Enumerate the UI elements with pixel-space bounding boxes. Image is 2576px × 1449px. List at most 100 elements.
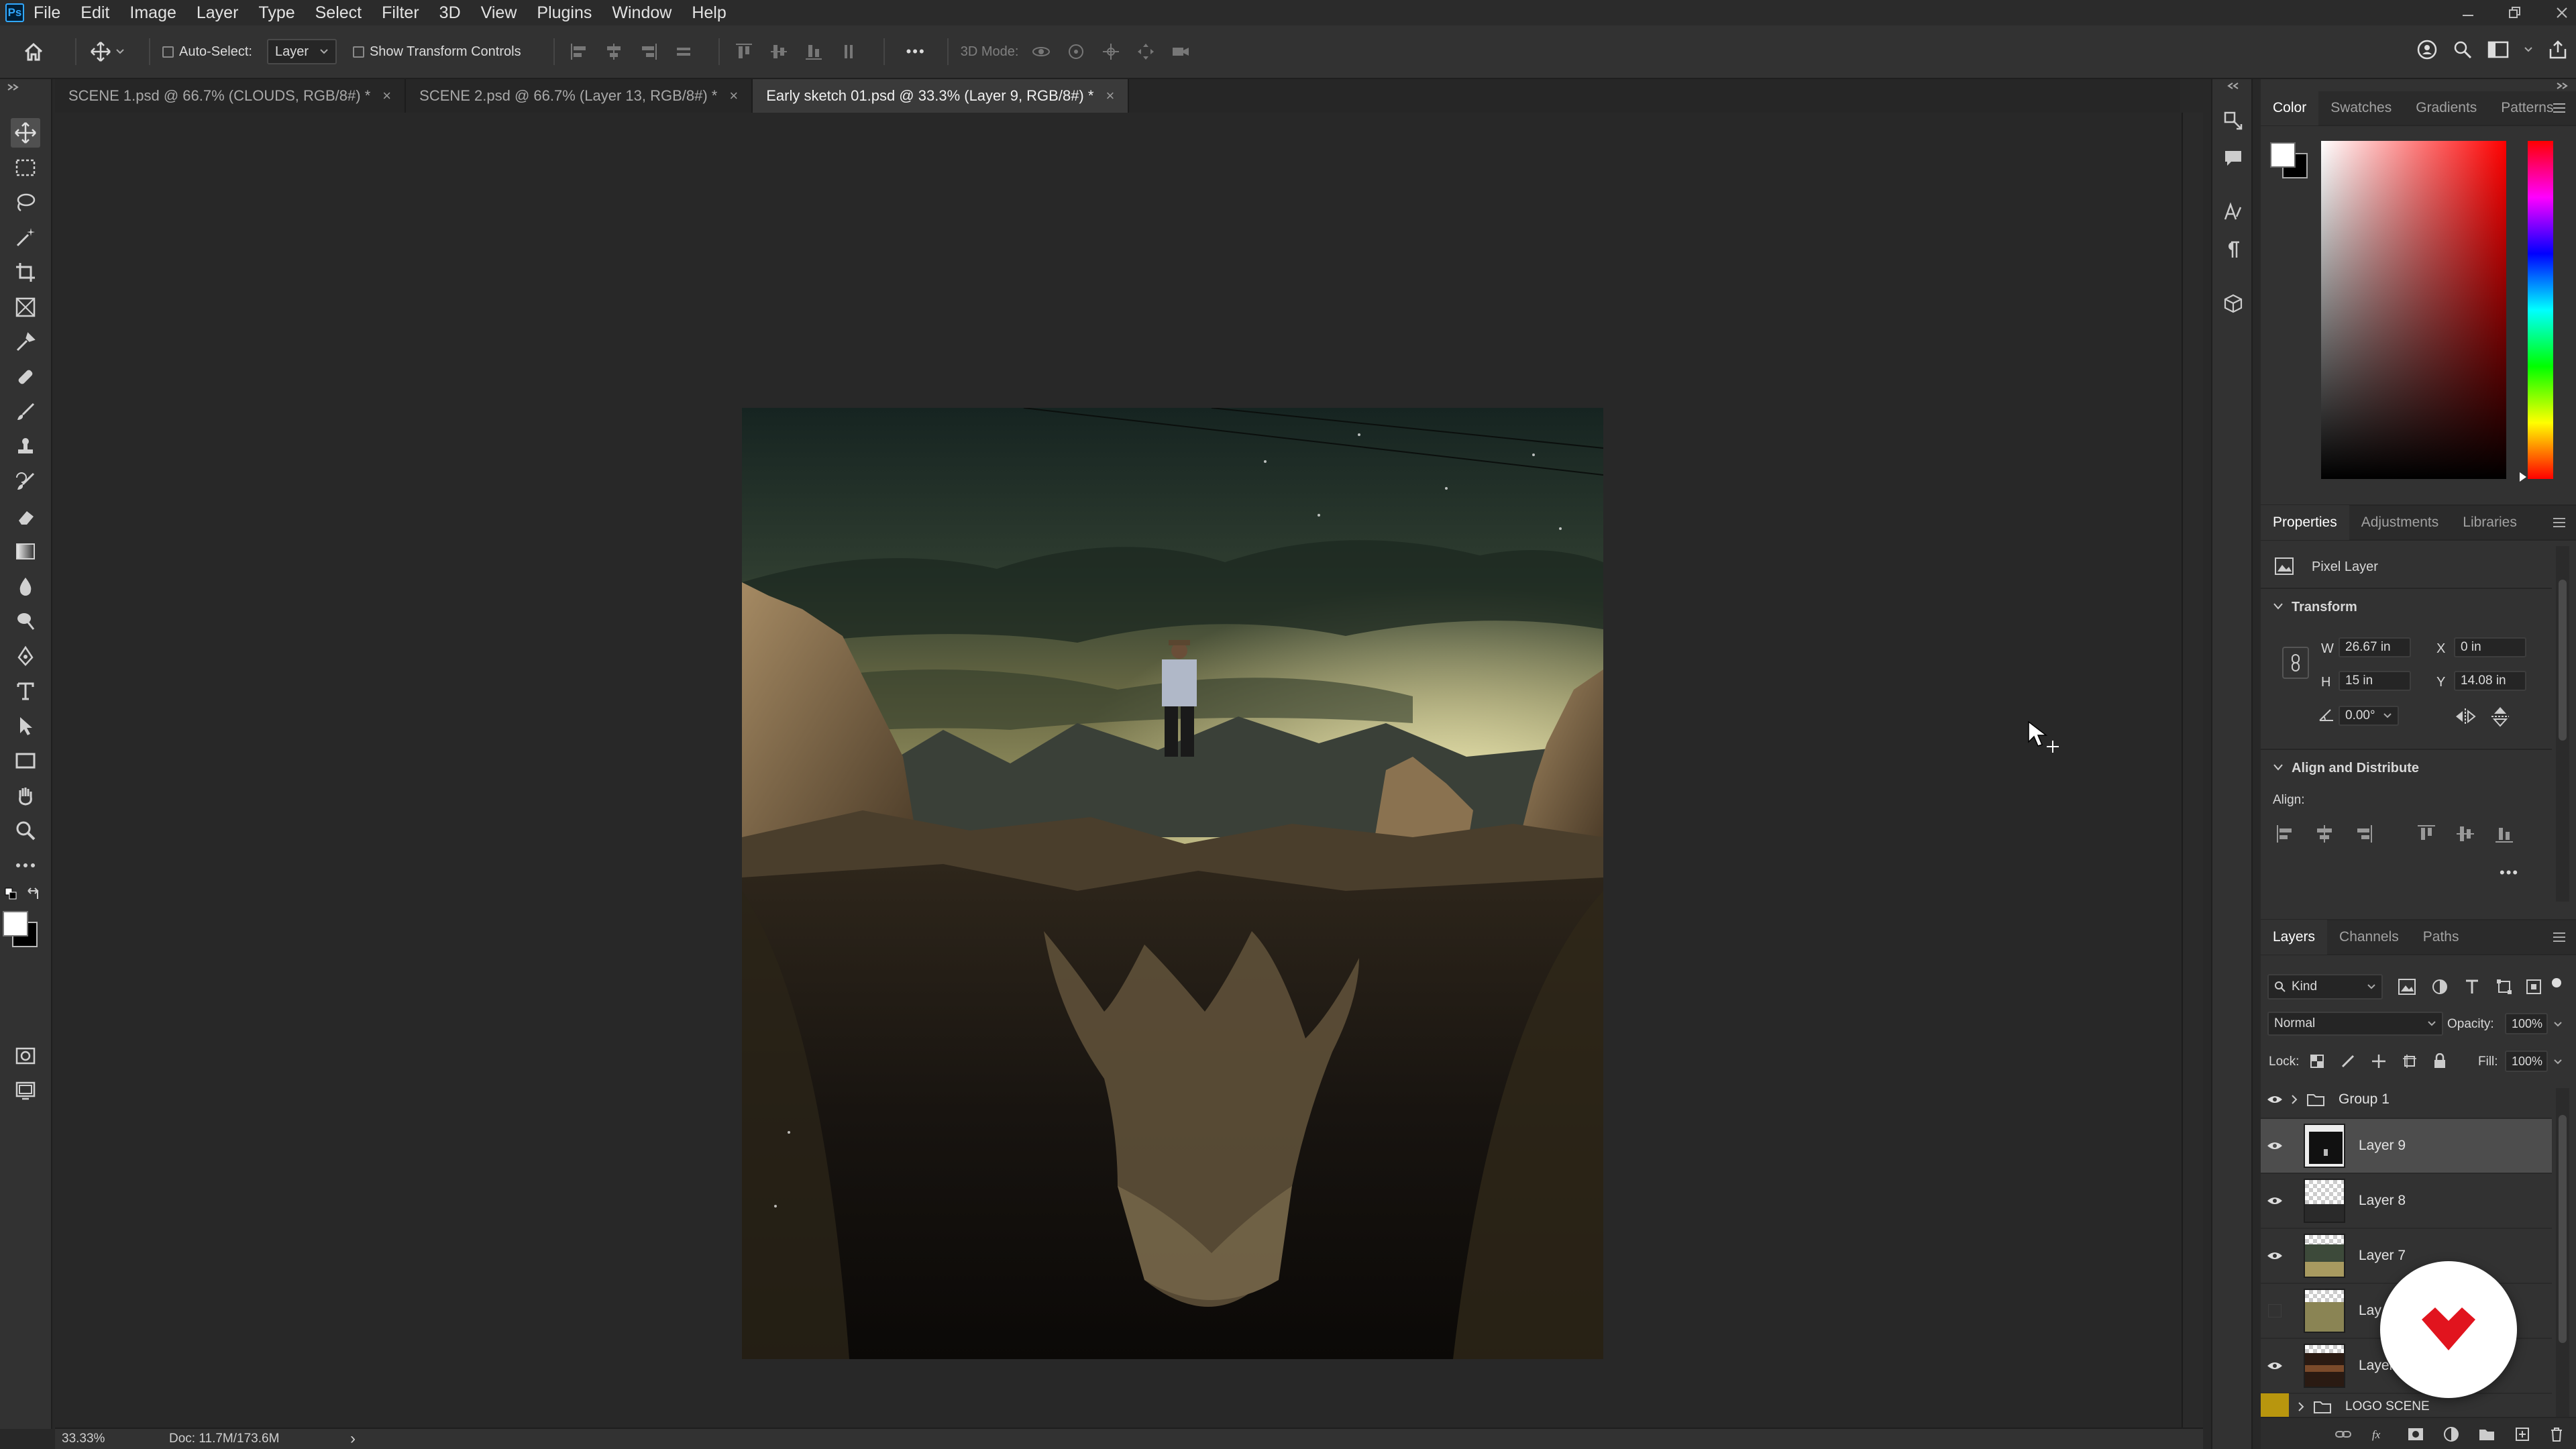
chevron-down-icon[interactable] [2383,712,2392,719]
add-mask-icon[interactable] [2407,1427,2424,1442]
align-middle-icon[interactable] [767,40,791,64]
y-input[interactable]: 14.08 in [2454,671,2526,691]
align-left-icon[interactable] [567,40,591,64]
filter-smart-object-icon[interactable] [2525,978,2542,996]
height-input[interactable]: 15 in [2339,671,2411,691]
swap-colors-icon[interactable] [27,887,43,902]
search-icon[interactable] [2453,40,2473,60]
link-layers-icon[interactable] [2334,1428,2352,1441]
3d-cube-icon[interactable] [2221,291,2245,315]
close-tab-icon[interactable]: × [1106,87,1114,105]
pen-tool-icon[interactable] [11,641,40,671]
chevron-down-icon[interactable] [115,48,125,55]
align-top-icon[interactable] [2416,824,2436,844]
document-canvas[interactable] [742,408,1603,1359]
align-left-icon[interactable] [2275,824,2296,844]
dodge-tool-icon[interactable] [11,606,40,636]
3d-slide-icon[interactable] [1134,40,1158,64]
lock-transparent-icon[interactable] [2309,1053,2325,1069]
rectangle-tool-icon[interactable] [11,746,40,775]
hand-tool-icon[interactable] [11,781,40,810]
align-bottom-icon[interactable] [2494,824,2514,844]
blend-mode-select[interactable]: Normal [2267,1012,2443,1036]
status-menu-arrow[interactable]: › [350,1430,356,1448]
lock-artboard-icon[interactable] [2402,1053,2418,1069]
zoom-tool-icon[interactable] [11,816,40,845]
menu-file[interactable]: File [34,3,60,23]
align-right-icon[interactable] [2353,824,2373,844]
visibility-eye-icon[interactable] [2261,1118,2289,1173]
close-tab-icon[interactable]: × [382,87,391,105]
path-selection-icon[interactable] [11,711,40,741]
fill-input[interactable]: 100% [2505,1051,2548,1072]
more-tools-icon[interactable] [11,851,40,880]
tab-gradients[interactable]: Gradients [2404,91,2489,125]
gradient-tool-icon[interactable] [11,537,40,566]
tab-swatches[interactable]: Swatches [2318,91,2404,125]
menu-select[interactable]: Select [315,3,362,23]
filter-adjustment-icon[interactable] [2431,978,2449,996]
eyedropper-icon[interactable] [11,327,40,357]
layer-row-8[interactable]: Layer 8 [2261,1174,2552,1229]
align-top-icon[interactable] [732,40,756,64]
3d-camera-icon[interactable] [1169,40,1193,64]
canvas-area[interactable] [55,113,2180,1429]
menu-plugins[interactable]: Plugins [537,3,592,23]
collapse-icon[interactable] [2226,82,2239,90]
expand-icon[interactable] [2556,82,2569,90]
align-center-icon[interactable] [602,40,626,64]
close-tab-icon[interactable]: × [729,87,738,105]
align-middle-icon[interactable] [2455,824,2475,844]
lock-pixels-icon[interactable] [2340,1053,2356,1069]
tab-scene-2[interactable]: SCENE 2.psd @ 66.7% (Layer 13, RGB/8#) *… [406,79,753,113]
panel-menu-icon[interactable] [2552,102,2567,114]
eraser-tool-icon[interactable] [11,502,40,531]
type-tool-icon[interactable] [11,676,40,706]
minimize-icon[interactable] [2461,5,2475,20]
tab-layers[interactable]: Layers [2261,920,2328,955]
move-tool-icon[interactable] [11,118,40,148]
menu-view[interactable]: View [481,3,517,23]
more-options-button[interactable]: ••• [906,43,926,60]
menu-window[interactable]: Window [612,3,672,23]
opacity-input[interactable]: 100% [2505,1013,2548,1034]
tab-early-sketch[interactable]: Early sketch 01.psd @ 33.3% (Layer 9, RG… [753,79,1130,113]
foreground-color-swatch[interactable] [2270,142,2296,168]
character-icon[interactable] [2221,200,2245,224]
vertical-scrollbar[interactable] [2182,113,2203,1429]
lasso-tool-icon[interactable] [11,188,40,217]
properties-scrollbar[interactable] [2556,546,2569,902]
hue-slider[interactable] [2528,141,2553,479]
delete-layer-icon[interactable] [2549,1426,2564,1442]
zoom-level[interactable]: 33.33% [62,1432,169,1446]
align-right-icon[interactable] [637,40,661,64]
menu-image[interactable]: Image [129,3,176,23]
layer-filter-kind[interactable]: Kind [2267,974,2383,1000]
quick-mask-icon[interactable] [11,1041,40,1071]
foreground-color-swatch[interactable] [3,911,28,936]
paragraph-icon[interactable] [2221,237,2245,262]
distribute-vertical-icon[interactable] [837,40,861,64]
visibility-empty-box[interactable] [2261,1283,2289,1338]
align-center-icon[interactable] [2314,824,2334,844]
lock-all-icon[interactable] [2432,1053,2447,1069]
width-input[interactable]: 26.67 in [2339,637,2411,657]
chevron-right-icon[interactable] [2297,1401,2305,1412]
chevron-down-icon[interactable] [2273,763,2284,771]
healing-brush-icon[interactable] [11,362,40,392]
restore-icon[interactable] [2508,5,2522,20]
visibility-eye-icon[interactable] [2261,1338,2289,1393]
new-group-icon[interactable] [2478,1427,2496,1442]
collapse-icon[interactable] [7,83,20,91]
frame-tool-icon[interactable] [11,292,40,322]
visibility-eye-icon[interactable] [2261,1228,2289,1283]
stamp-tool-icon[interactable] [11,432,40,462]
panel-menu-icon[interactable] [2552,517,2567,529]
crop-tool-icon[interactable] [11,258,40,287]
auto-select-checkbox[interactable] [162,46,174,58]
new-layer-icon[interactable] [2514,1426,2530,1442]
adjustment-layer-icon[interactable] [2443,1426,2459,1442]
tab-properties[interactable]: Properties [2261,505,2349,540]
tab-channels[interactable]: Channels [2327,920,2411,955]
chevron-right-icon[interactable] [2290,1094,2298,1105]
